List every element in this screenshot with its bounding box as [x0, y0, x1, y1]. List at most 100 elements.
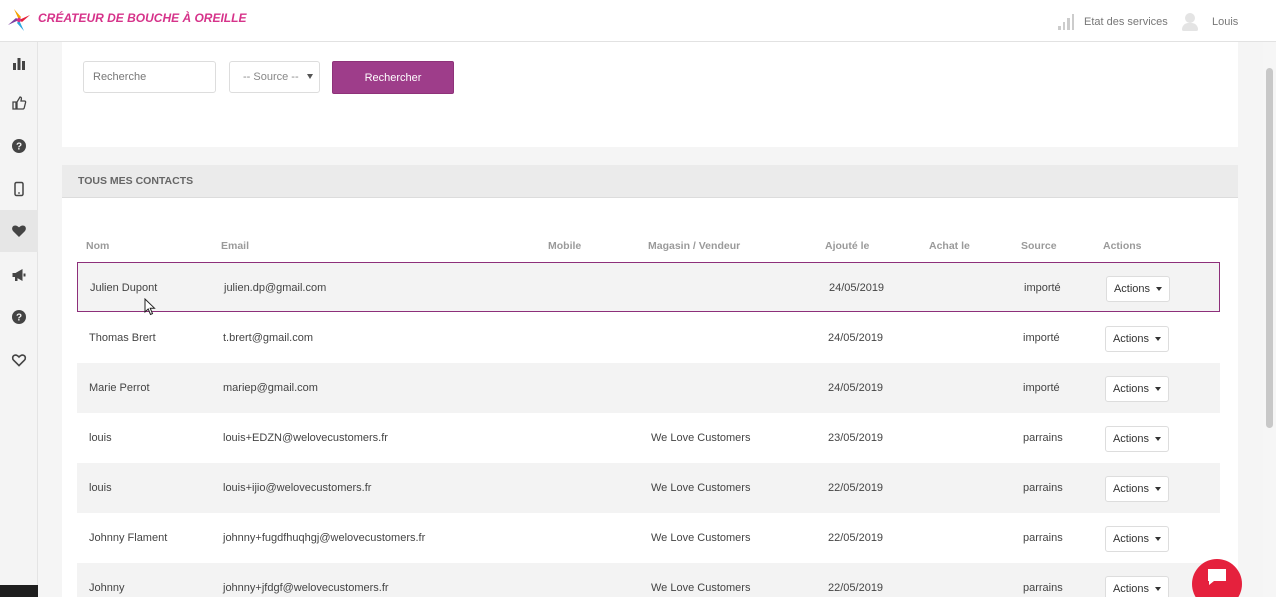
sidebar-item-contacts[interactable]: [0, 210, 38, 252]
mouse-cursor-icon: [144, 298, 156, 316]
contacts-title: TOUS MES CONTACTS: [62, 165, 1238, 198]
cell-ajoute: 22/05/2019: [828, 532, 884, 544]
heart-outline-icon: [11, 354, 27, 367]
sidebar-item-stats[interactable]: [0, 42, 38, 84]
search-input[interactable]: [83, 61, 216, 93]
row-actions-button[interactable]: Actions: [1105, 526, 1169, 552]
help-circle-icon: ?: [12, 310, 26, 324]
cell-ajoute: 22/05/2019: [828, 482, 884, 494]
caret-down-icon: [1156, 287, 1163, 291]
row-actions-label: Actions: [1112, 483, 1150, 495]
top-header: Créateur de bouche à oreille Etat des se…: [0, 0, 1276, 42]
sidebar-item-mobile[interactable]: [0, 168, 38, 210]
caret-down-icon: [1155, 337, 1162, 341]
column-header-achat[interactable]: Achat le: [929, 240, 970, 252]
help-circle-icon: ?: [12, 139, 26, 153]
table-row[interactable]: Julien Dupont julien.dp@gmail.com 24/05/20…: [77, 262, 1220, 312]
cell-email: t.brert@gmail.com: [223, 332, 314, 344]
caret-down-icon: [1155, 487, 1162, 491]
caret-down-icon: [1155, 387, 1162, 391]
caret-down-icon: [1155, 437, 1162, 441]
service-status-label: Etat des services: [1084, 16, 1168, 28]
cell-source: importé: [1023, 382, 1060, 394]
table-row[interactable]: Johnny johnny+jfdgf@welovecustomers.fr We …: [77, 563, 1220, 597]
contacts-panel: TOUS MES CONTACTS Nom Email Mobile Magas…: [62, 165, 1238, 597]
brand-name[interactable]: Créateur de bouche à oreille: [38, 11, 246, 25]
svg-text:?: ?: [16, 313, 22, 324]
row-actions-button[interactable]: Actions: [1105, 476, 1169, 502]
caret-down-icon: [307, 74, 313, 79]
cell-nom: Thomas Brert: [89, 332, 156, 344]
row-actions-label: Actions: [1112, 383, 1150, 395]
column-header-mobile[interactable]: Mobile: [548, 240, 581, 252]
sidebar-item-favorites[interactable]: [0, 339, 38, 381]
column-header-ajoute[interactable]: Ajouté le: [825, 240, 869, 252]
column-header-nom[interactable]: Nom: [86, 240, 109, 252]
caret-down-icon: [1155, 537, 1162, 541]
row-actions-button[interactable]: Actions: [1105, 576, 1169, 597]
sidebar-item-campaigns[interactable]: [0, 254, 38, 296]
table-row[interactable]: Thomas Brert t.brert@gmail.com 24/05/2019 i…: [77, 313, 1220, 363]
row-actions-button[interactable]: Actions: [1105, 376, 1169, 402]
sidebar: ? ?: [0, 42, 38, 597]
cell-source: parrains: [1023, 582, 1063, 594]
chat-bubble-icon: [1208, 569, 1226, 585]
cell-email: louis+EDZN@welovecustomers.fr: [223, 432, 388, 444]
cell-source: parrains: [1023, 432, 1063, 444]
sidebar-item-faq[interactable]: ?: [0, 296, 38, 338]
page-scrollbar[interactable]: [1263, 42, 1276, 597]
column-header-source[interactable]: Source: [1021, 240, 1057, 252]
row-actions-label: Actions: [1112, 333, 1150, 345]
cell-magasin: We Love Customers: [651, 582, 751, 594]
signal-icon: [1058, 14, 1074, 30]
user-menu[interactable]: Louis: [1180, 10, 1238, 34]
cell-magasin: We Love Customers: [651, 532, 751, 544]
scrollbar-thumb[interactable]: [1266, 68, 1273, 428]
cell-ajoute: 24/05/2019: [828, 332, 884, 344]
brand-logo-icon[interactable]: [6, 7, 32, 33]
source-select-value: -- Source --: [243, 71, 299, 83]
sidebar-footer: [0, 585, 38, 597]
search-button[interactable]: Rechercher: [332, 61, 454, 94]
table-row[interactable]: Marie Perrot mariep@gmail.com 24/05/2019 im…: [77, 363, 1220, 413]
cell-ajoute: 24/05/2019: [828, 382, 884, 394]
row-actions-button[interactable]: Actions: [1105, 426, 1169, 452]
cell-email: mariep@gmail.com: [223, 382, 318, 394]
row-actions-button[interactable]: Actions: [1105, 326, 1169, 352]
source-select[interactable]: -- Source --: [229, 61, 320, 93]
cell-ajoute: 24/05/2019: [829, 282, 885, 294]
cell-source: parrains: [1023, 532, 1063, 544]
mobile-icon: [14, 181, 24, 197]
svg-text:?: ?: [16, 142, 22, 153]
table-row[interactable]: louis louis+ijio@welovecustomers.fr We Lov…: [77, 463, 1220, 513]
cell-ajoute: 23/05/2019: [828, 432, 884, 444]
service-status-link[interactable]: Etat des services: [1058, 12, 1168, 32]
column-header-magasin[interactable]: Magasin / Vendeur: [648, 240, 740, 252]
sidebar-item-likes[interactable]: [0, 82, 38, 124]
cell-source: importé: [1024, 282, 1061, 294]
table-row[interactable]: louis louis+EDZN@welovecustomers.fr We Lov…: [77, 413, 1220, 463]
cell-email: johnny+jfdgf@welovecustomers.fr: [223, 582, 389, 594]
sidebar-item-help[interactable]: ?: [0, 125, 38, 167]
cell-nom: louis: [89, 482, 112, 494]
cell-ajoute: 22/05/2019: [828, 582, 884, 594]
avatar-icon: [1180, 12, 1200, 32]
cell-email: louis+ijio@welovecustomers.fr: [223, 482, 372, 494]
cell-email: johnny+fugdfhuqhgj@welovecustomers.fr: [223, 532, 426, 544]
bar-chart-icon: [13, 58, 25, 70]
thumbs-up-icon: [12, 96, 27, 110]
user-name: Louis: [1212, 16, 1239, 28]
cell-magasin: We Love Customers: [651, 482, 751, 494]
cell-nom: Johnny: [89, 582, 125, 594]
cell-nom: Johnny Flament: [89, 532, 168, 544]
column-header-actions: Actions: [1103, 240, 1142, 252]
cell-nom: Marie Perrot: [89, 382, 150, 394]
cell-magasin: We Love Customers: [651, 432, 751, 444]
row-actions-label: Actions: [1112, 433, 1150, 445]
cell-nom: louis: [89, 432, 112, 444]
table-row[interactable]: Johnny Flament johnny+fugdfhuqhgj@welovec…: [77, 513, 1220, 563]
cell-source: importé: [1023, 332, 1060, 344]
megaphone-icon: [12, 269, 26, 281]
row-actions-button[interactable]: Actions: [1106, 276, 1170, 302]
column-header-email[interactable]: Email: [221, 240, 249, 252]
